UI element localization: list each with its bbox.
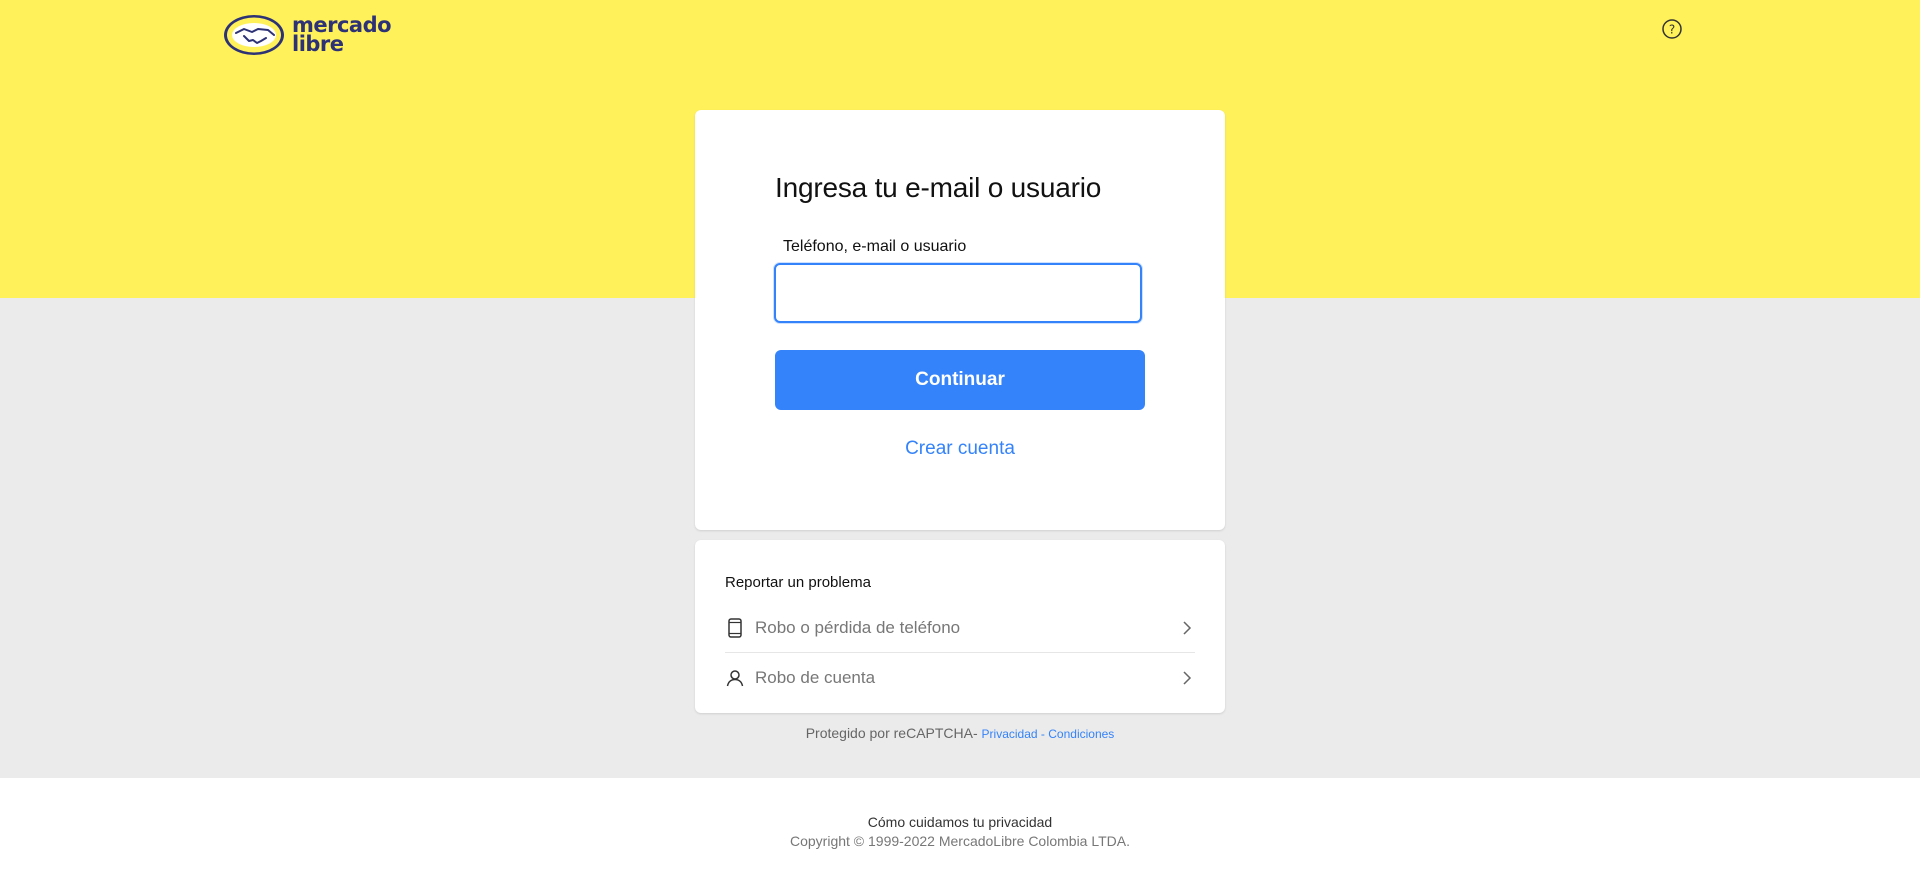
user-icon <box>725 668 745 688</box>
chevron-right-icon <box>1179 618 1195 638</box>
recaptcha-text: Protegido por reCAPTCHA- <box>805 725 978 741</box>
svg-text:?: ? <box>1669 23 1675 37</box>
recaptcha-privacy-link[interactable]: Privacidad <box>982 727 1038 741</box>
identifier-input[interactable] <box>774 263 1142 323</box>
copyright-text: Copyright © 1999-2022 MercadoLibre Colom… <box>789 833 1130 849</box>
problem-item-label: Robo de cuenta <box>755 668 876 687</box>
logo-wordmark: mercado libre <box>292 15 392 56</box>
mercadolibre-logo[interactable]: mercado libre <box>222 12 392 58</box>
problem-item-account-theft[interactable]: Robo de cuenta <box>725 654 1195 702</box>
page-title: Ingresa tu e-mail o usuario <box>775 172 1102 203</box>
continue-button[interactable]: Continuar <box>775 350 1145 410</box>
problem-item-phone-theft[interactable]: Robo o pérdida de teléfono <box>725 604 1195 653</box>
privacy-policy-link[interactable]: Cómo cuidamos tu privacidad <box>0 814 1920 830</box>
recaptcha-notice: Protegido por reCAPTCHA- Privacidad - Co… <box>695 725 1225 741</box>
recaptcha-separator: - <box>1037 727 1049 741</box>
report-problem-title: Reportar un problema <box>725 574 871 591</box>
identifier-label: Teléfono, e-mail o usuario <box>783 238 967 255</box>
report-problem-card: Reportar un problema Robo o pérdida de t… <box>695 540 1225 713</box>
handshake-logo-icon <box>224 15 284 55</box>
login-card: Ingresa tu e-mail o usuario Teléfono, e-… <box>695 110 1225 530</box>
problem-item-label: Robo o pérdida de teléfono <box>755 618 961 637</box>
chevron-right-icon <box>1179 668 1195 688</box>
recaptcha-terms-link[interactable]: Condiciones <box>1048 727 1114 741</box>
phone-icon <box>725 618 745 638</box>
logo-line-2: libre <box>292 32 344 56</box>
page: mercado libre ? Ingresa tu e-mail o usua… <box>0 0 1920 885</box>
create-account-link[interactable]: Crear cuenta <box>775 438 1145 460</box>
footer: Cómo cuidamos tu privacidad Copyright © … <box>0 778 1920 885</box>
help-question-icon[interactable]: ? <box>1661 18 1683 40</box>
